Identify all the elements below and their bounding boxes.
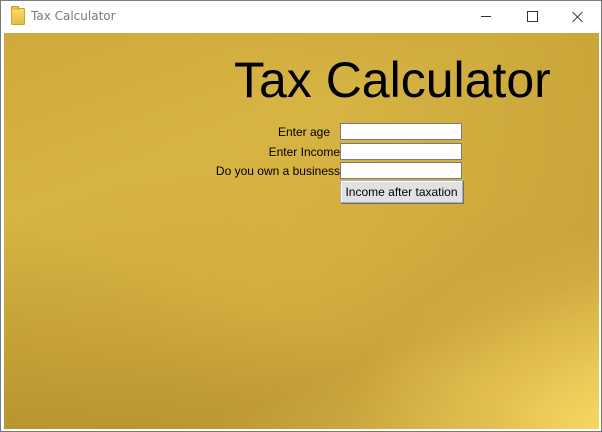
page-title: Tax Calculator [234, 52, 551, 108]
title-bar[interactable]: Tax Calculator [1, 1, 601, 32]
age-label: Enter age [277, 125, 330, 139]
minimize-icon [481, 16, 491, 17]
minimize-button[interactable] [463, 1, 509, 32]
close-icon [572, 11, 584, 23]
folder-icon [11, 6, 25, 25]
business-field[interactable] [340, 162, 462, 179]
content-area: Tax Calculator Enter age Enter Income Do… [4, 33, 599, 429]
income-field[interactable] [340, 143, 462, 160]
income-label: Enter Income [268, 145, 340, 159]
income-after-taxation-button[interactable]: Income after taxation [340, 180, 463, 203]
window-title: Tax Calculator [31, 9, 116, 23]
maximize-button[interactable] [509, 1, 555, 32]
business-label: Do you own a business [215, 164, 340, 178]
app-window: Tax Calculator Tax Calculator Enter age … [0, 0, 602, 432]
close-button[interactable] [555, 1, 601, 32]
maximize-icon [526, 11, 538, 22]
age-field[interactable] [340, 123, 462, 140]
